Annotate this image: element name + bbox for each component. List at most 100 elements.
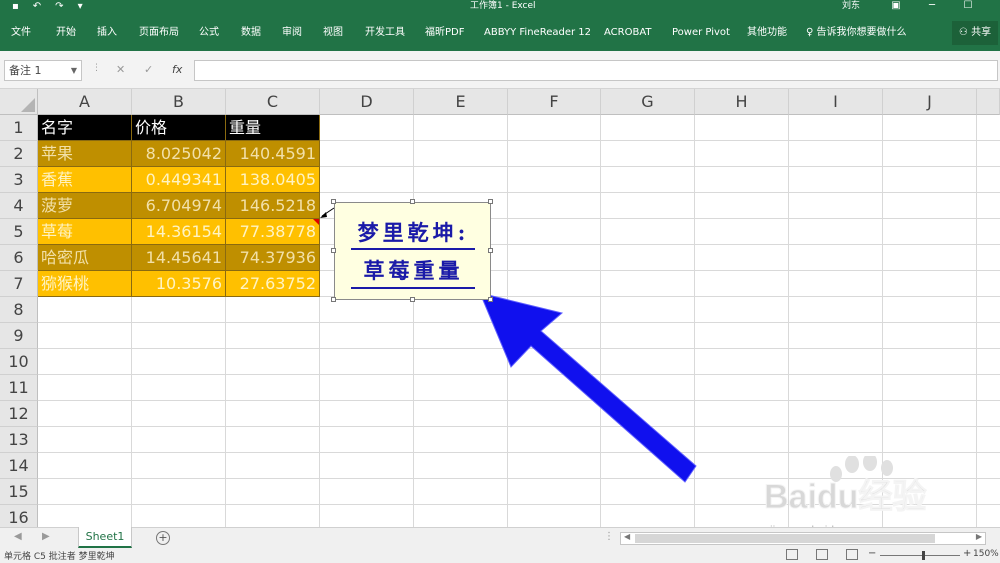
data-cell[interactable]: 哈密瓜: [38, 245, 132, 271]
page-break-view-icon[interactable]: [846, 549, 858, 560]
worksheet-grid[interactable]: A B C D E F G H I J 1 2 3 4 5 6 7 8 9 10 11 12 13 14 15 16 名字 价格 重量苹…: [0, 89, 1000, 527]
resize-handle[interactable]: [410, 297, 415, 302]
drag-handle-icon[interactable]: ⋮: [92, 63, 101, 73]
row-header-14[interactable]: 14: [0, 453, 38, 479]
scroll-right-icon[interactable]: ▶: [976, 532, 982, 541]
column-header-i[interactable]: I: [789, 89, 883, 115]
column-header-j[interactable]: J: [883, 89, 977, 115]
data-cell[interactable]: 8.025042: [132, 141, 226, 167]
row-header-13[interactable]: 13: [0, 427, 38, 453]
tab-page-layout[interactable]: 页面布局: [139, 26, 179, 40]
tab-acrobat[interactable]: ACROBAT: [604, 26, 652, 40]
data-cell[interactable]: 14.45641: [132, 245, 226, 271]
data-cell[interactable]: 10.3576: [132, 271, 226, 297]
row-header-11[interactable]: 11: [0, 375, 38, 401]
data-cell[interactable]: 苹果: [38, 141, 132, 167]
header-cell[interactable]: 价格: [132, 115, 226, 141]
select-all-corner[interactable]: [0, 89, 38, 115]
header-cell[interactable]: 名字: [38, 115, 132, 141]
row-header-8[interactable]: 8: [0, 297, 38, 323]
tab-other[interactable]: 其他功能: [747, 26, 787, 40]
resize-handle[interactable]: [331, 248, 336, 253]
customize-icon[interactable]: ▾: [78, 1, 83, 12]
tab-formulas[interactable]: 公式: [199, 26, 219, 40]
data-cell[interactable]: 140.4591: [226, 141, 320, 167]
tab-abbyy[interactable]: ABBYY FineReader 12: [484, 26, 591, 40]
row-header-5[interactable]: 5: [0, 219, 38, 245]
maximize-icon[interactable]: ☐: [950, 0, 986, 12]
row-header-3[interactable]: 3: [0, 167, 38, 193]
column-header-c[interactable]: C: [226, 89, 320, 115]
share-button[interactable]: ⚇ 共享: [952, 21, 998, 45]
prev-sheet-icon[interactable]: ◀: [14, 531, 22, 542]
data-cell[interactable]: 0.449341: [132, 167, 226, 193]
page-layout-view-icon[interactable]: [816, 549, 828, 560]
horizontal-scrollbar[interactable]: ◀ ▶: [620, 532, 986, 545]
data-cell[interactable]: 6.704974: [132, 193, 226, 219]
close-icon[interactable]: ✕: [986, 0, 1000, 12]
row-header-12[interactable]: 12: [0, 401, 38, 427]
ribbon-display-icon[interactable]: ▣: [878, 0, 914, 12]
add-sheet-button[interactable]: +: [156, 531, 170, 545]
tab-insert[interactable]: 插入: [97, 26, 117, 40]
tab-foxit-pdf[interactable]: 福昕PDF: [425, 26, 464, 40]
cell-comment[interactable]: 梦里乾坤: 草莓重量: [334, 202, 491, 300]
row-header-7[interactable]: 7: [0, 271, 38, 297]
save-icon[interactable]: ▪: [12, 1, 19, 12]
drag-handle-icon[interactable]: ⋮: [604, 531, 614, 542]
zoom-in-icon[interactable]: +: [963, 548, 971, 559]
chevron-down-icon[interactable]: ▼: [71, 61, 77, 80]
column-header-d[interactable]: D: [320, 89, 414, 115]
data-cell[interactable]: 27.63752: [226, 271, 320, 297]
normal-view-icon[interactable]: [786, 549, 798, 560]
resize-handle[interactable]: [410, 199, 415, 204]
resize-handle[interactable]: [488, 248, 493, 253]
redo-icon[interactable]: ↷: [55, 1, 63, 12]
row-header-10[interactable]: 10: [0, 349, 38, 375]
row-header-6[interactable]: 6: [0, 245, 38, 271]
zoom-out-icon[interactable]: −: [868, 548, 876, 559]
tab-power-pivot[interactable]: Power Pivot: [672, 26, 730, 40]
row-header-16[interactable]: 16: [0, 505, 38, 527]
formula-input[interactable]: [194, 60, 998, 81]
scroll-left-icon[interactable]: ◀: [624, 532, 630, 541]
column-header-h[interactable]: H: [695, 89, 789, 115]
resize-handle[interactable]: [331, 297, 336, 302]
data-cell[interactable]: 香蕉: [38, 167, 132, 193]
zoom-slider-thumb[interactable]: [922, 551, 925, 560]
column-header-g[interactable]: G: [601, 89, 695, 115]
data-cell[interactable]: 146.5218: [226, 193, 320, 219]
tab-developer[interactable]: 开发工具: [365, 26, 405, 40]
enter-icon[interactable]: ✓: [144, 63, 153, 76]
tab-data[interactable]: 数据: [241, 26, 261, 40]
data-cell[interactable]: 草莓: [38, 219, 132, 245]
sheet-tab-sheet1[interactable]: Sheet1: [78, 527, 132, 548]
column-header-f[interactable]: F: [508, 89, 601, 115]
user-name[interactable]: 刘东: [842, 1, 860, 12]
zoom-slider[interactable]: [880, 555, 960, 556]
tell-me-box[interactable]: ♀ 告诉我你想要做什么: [806, 26, 907, 40]
data-cell[interactable]: 138.0405: [226, 167, 320, 193]
resize-handle[interactable]: [331, 199, 336, 204]
row-header-15[interactable]: 15: [0, 479, 38, 505]
data-cell[interactable]: 菠萝: [38, 193, 132, 219]
row-header-2[interactable]: 2: [0, 141, 38, 167]
tab-review[interactable]: 审阅: [282, 26, 302, 40]
insert-function-icon[interactable]: fx: [172, 63, 182, 76]
column-header-e[interactable]: E: [414, 89, 508, 115]
data-cell[interactable]: 猕猴桃: [38, 271, 132, 297]
name-box[interactable]: 备注 1 ▼: [4, 60, 82, 81]
zoom-level[interactable]: 150%: [973, 549, 999, 559]
tab-view[interactable]: 视图: [323, 26, 343, 40]
column-header-a[interactable]: A: [38, 89, 132, 115]
header-cell[interactable]: 重量: [226, 115, 320, 141]
cancel-icon[interactable]: ✕: [116, 63, 125, 76]
tab-home[interactable]: 开始: [56, 26, 76, 40]
data-cell[interactable]: 77.38778: [226, 219, 320, 245]
resize-handle[interactable]: [488, 297, 493, 302]
row-header-4[interactable]: 4: [0, 193, 38, 219]
row-header-9[interactable]: 9: [0, 323, 38, 349]
tab-file[interactable]: 文件: [11, 26, 31, 40]
column-header-partial[interactable]: [977, 89, 1000, 115]
scroll-thumb[interactable]: [635, 534, 935, 543]
